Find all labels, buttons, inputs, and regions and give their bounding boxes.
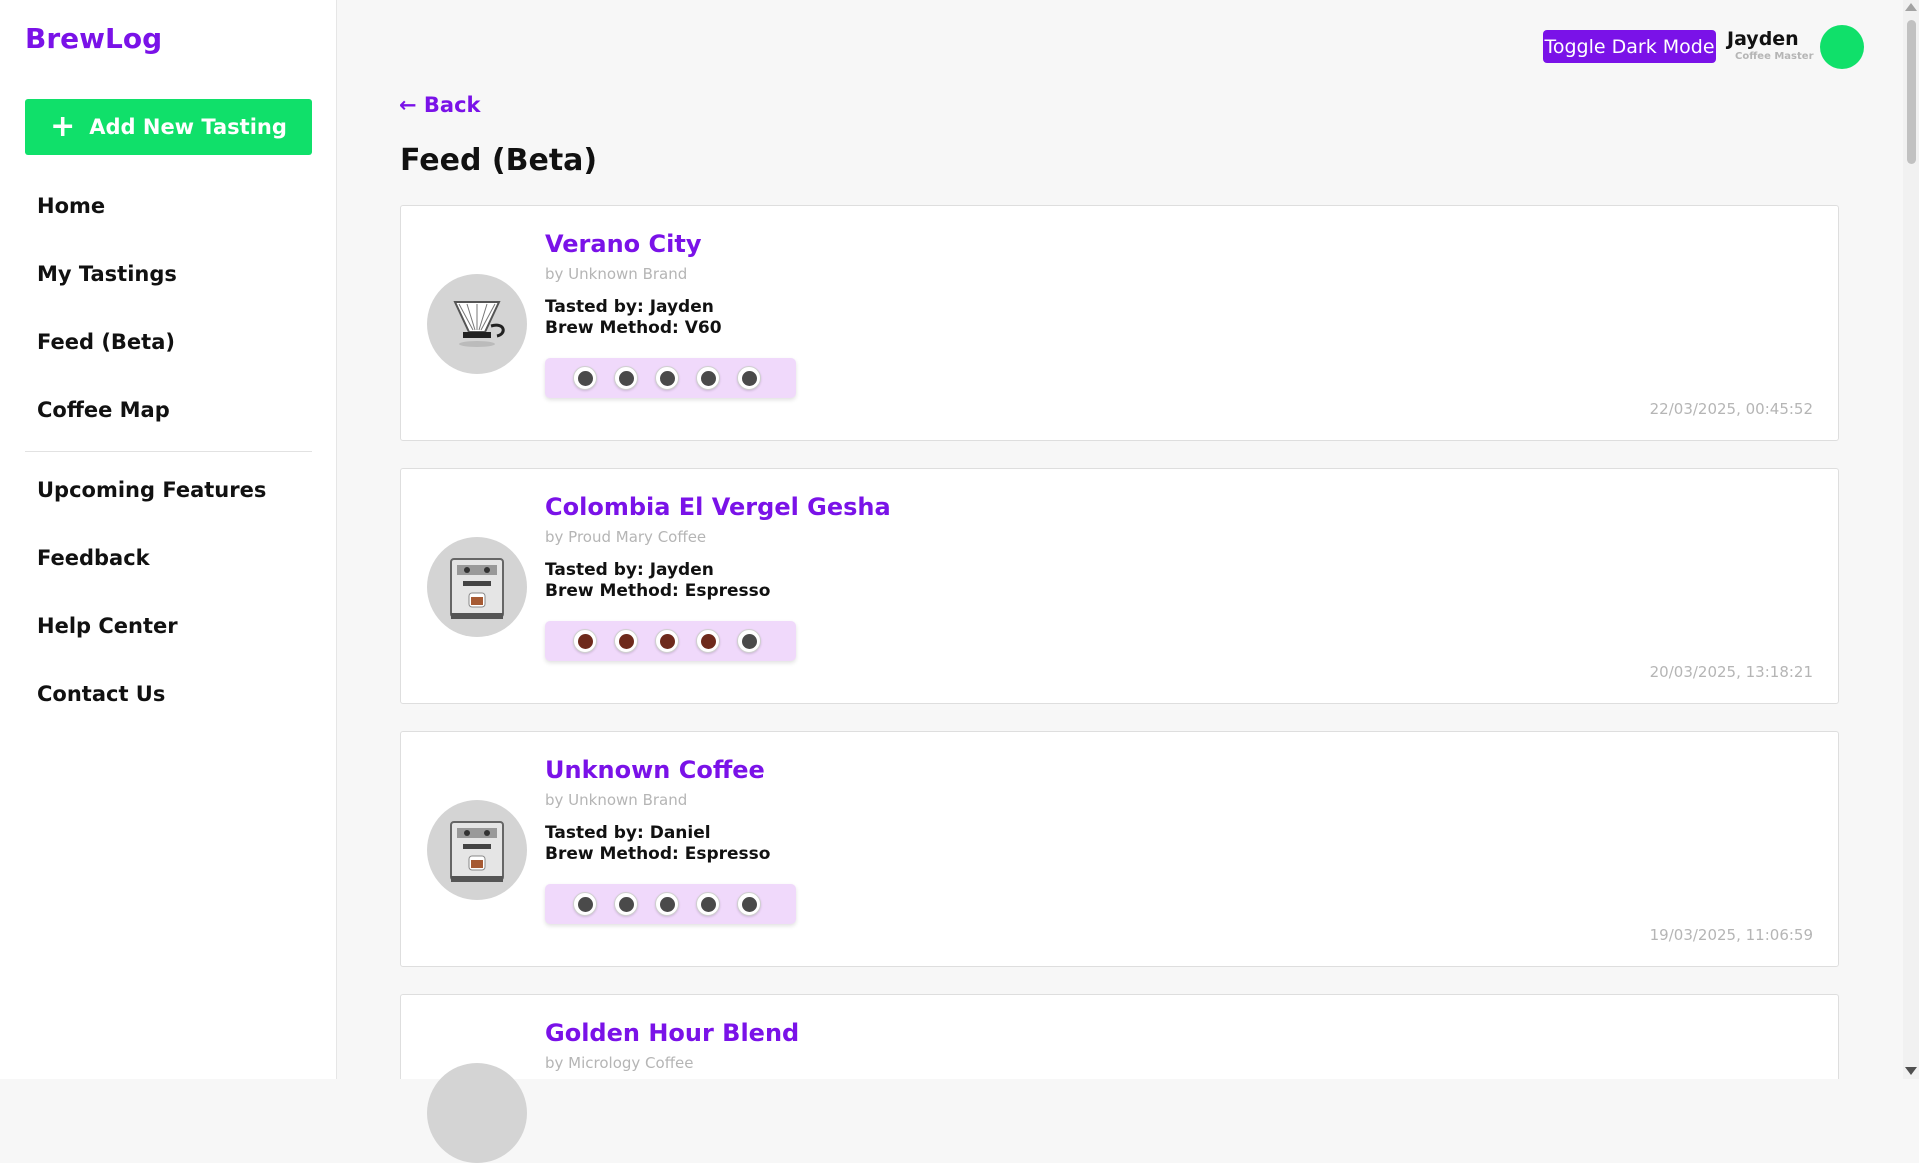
scrollbar-thumb[interactable] xyxy=(1907,20,1916,164)
add-new-tasting-label: Add New Tasting xyxy=(89,115,287,139)
coffee-cup-icon xyxy=(573,629,597,653)
feed-card: Golden Hour Blend by Micrology Coffee xyxy=(400,994,1839,1163)
coffee-brand: by Unknown Brand xyxy=(545,265,688,283)
coffee-name[interactable]: Unknown Coffee xyxy=(545,756,765,784)
coffee-cup-icon xyxy=(573,892,597,916)
coffee-cup-icon xyxy=(573,366,597,390)
sidebar-divider xyxy=(25,451,312,452)
sidebar: BrewLog + Add New Tasting Home My Tastin… xyxy=(0,0,337,1079)
app-logo[interactable]: BrewLog xyxy=(25,22,162,55)
coffee-cup-icon xyxy=(737,366,761,390)
toggle-dark-mode-button[interactable]: Toggle Dark Mode xyxy=(1543,30,1716,63)
coffee-cup-icon xyxy=(655,629,679,653)
scroll-down-icon[interactable] xyxy=(1905,1067,1917,1075)
coffee-cup-icon xyxy=(696,629,720,653)
tasted-by: Tasted by: Jayden xyxy=(545,560,714,580)
rating-cups xyxy=(545,621,796,661)
scroll-up-icon[interactable] xyxy=(1905,3,1917,11)
coffee-cup-icon xyxy=(614,629,638,653)
coffee-cup-icon xyxy=(696,366,720,390)
timestamp: 22/03/2025, 00:45:52 xyxy=(1649,400,1813,418)
rating-cups xyxy=(545,358,796,398)
tasted-by: Tasted by: Jayden xyxy=(545,297,714,317)
feed-card: Unknown Coffee by Unknown Brand Tasted b… xyxy=(400,731,1839,967)
coffee-name[interactable]: Golden Hour Blend xyxy=(545,1019,799,1047)
plus-icon: + xyxy=(50,109,76,144)
back-link[interactable]: ← Back xyxy=(399,93,481,117)
feed-card: Verano City by Unknown Brand Tasted by: … xyxy=(400,205,1839,441)
avatar[interactable] xyxy=(1820,25,1864,69)
coffee-cup-icon xyxy=(737,629,761,653)
coffee-cup-icon xyxy=(614,892,638,916)
coffee-cup-icon xyxy=(696,892,720,916)
timestamp: 20/03/2025, 13:18:21 xyxy=(1649,663,1813,681)
timestamp: 19/03/2025, 11:06:59 xyxy=(1649,926,1813,944)
coffee-name[interactable]: Verano City xyxy=(545,230,701,258)
sidebar-item-my-tastings[interactable]: My Tastings xyxy=(37,262,177,286)
add-new-tasting-button[interactable]: + Add New Tasting xyxy=(25,99,312,155)
tasted-by: Tasted by: Daniel xyxy=(545,823,711,843)
sidebar-item-help-center[interactable]: Help Center xyxy=(37,614,178,638)
coffee-brand: by Micrology Coffee xyxy=(545,1054,694,1072)
coffee-brand: by Proud Mary Coffee xyxy=(545,528,707,546)
coffee-thumbnail xyxy=(427,1063,527,1163)
sidebar-item-contact-us[interactable]: Contact Us xyxy=(37,682,165,706)
espresso-machine-icon xyxy=(427,800,527,900)
espresso-machine-icon xyxy=(427,537,527,637)
coffee-cup-icon xyxy=(614,366,638,390)
sidebar-item-home[interactable]: Home xyxy=(37,194,105,218)
brew-method: Brew Method: V60 xyxy=(545,318,722,338)
brew-method: Brew Method: Espresso xyxy=(545,844,771,864)
sidebar-item-feedback[interactable]: Feedback xyxy=(37,546,150,570)
sidebar-item-feed[interactable]: Feed (Beta) xyxy=(37,330,175,354)
page-title: Feed (Beta) xyxy=(400,143,598,178)
brew-method: Brew Method: Espresso xyxy=(545,581,771,601)
sidebar-item-coffee-map[interactable]: Coffee Map xyxy=(37,398,170,422)
feed-card: Colombia El Vergel Gesha by Proud Mary C… xyxy=(400,468,1839,704)
coffee-cup-icon xyxy=(737,892,761,916)
user-role: Coffee Master xyxy=(1735,51,1814,62)
user-name: Jayden xyxy=(1727,28,1799,50)
rating-cups xyxy=(545,884,796,924)
coffee-cup-icon xyxy=(655,892,679,916)
coffee-cup-icon xyxy=(655,366,679,390)
v60-dripper-icon xyxy=(427,274,527,374)
coffee-name[interactable]: Colombia El Vergel Gesha xyxy=(545,493,891,521)
coffee-brand: by Unknown Brand xyxy=(545,791,688,809)
sidebar-item-upcoming-features[interactable]: Upcoming Features xyxy=(37,478,266,502)
